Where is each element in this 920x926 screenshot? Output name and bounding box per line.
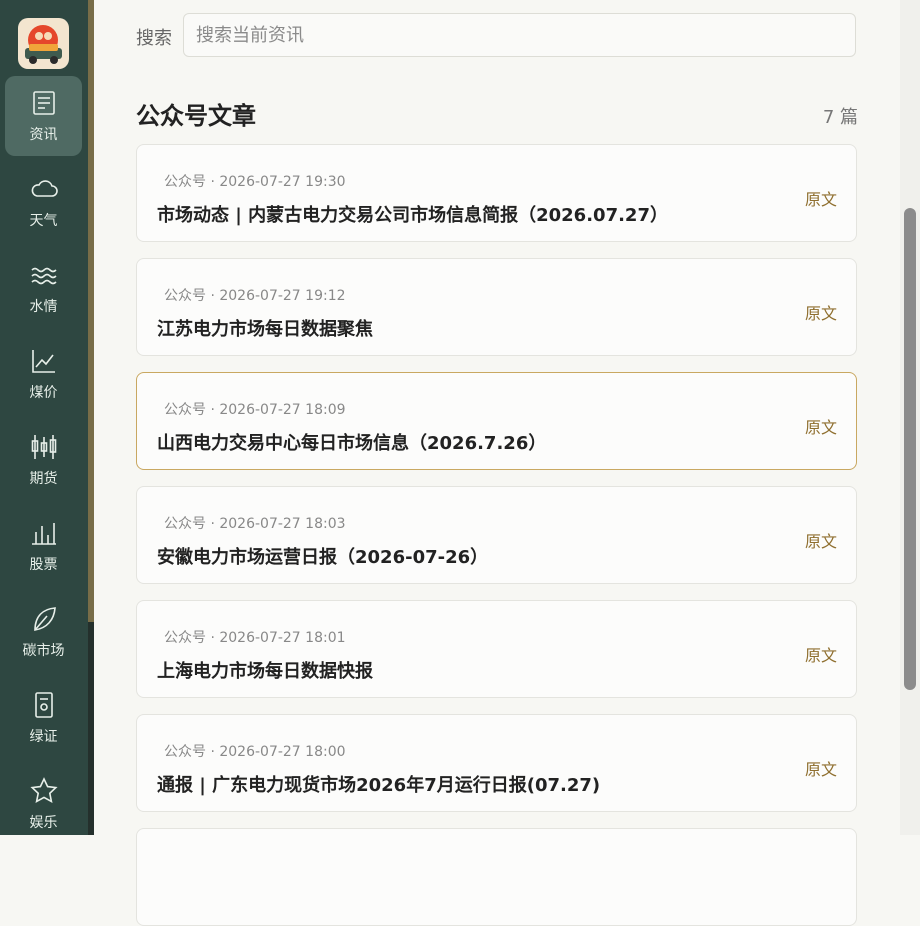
- article-card[interactable]: 公众号 · 2026-07-27 19:12 江苏电力市场每日数据聚焦 原文: [136, 258, 857, 356]
- sidebar-item-green-cert[interactable]: 绿证: [5, 678, 82, 758]
- original-link[interactable]: 原文: [805, 414, 837, 438]
- sidebar-item-label: 水情: [29, 299, 58, 315]
- main-scrollbar-thumb[interactable]: [904, 208, 916, 690]
- sidebar-item-label: 碳市场: [22, 643, 65, 659]
- section-title: 公众号文章: [136, 102, 256, 130]
- article-count: 7 篇: [822, 107, 858, 128]
- article-card-selected[interactable]: 公众号 · 2026-07-27 18:09 山西电力交易中心每日市场信息（20…: [136, 372, 857, 470]
- article-meta: 公众号 · 2026-07-27 18:01: [164, 630, 346, 646]
- original-link[interactable]: 原文: [805, 642, 837, 666]
- sidebar-item-label: 天气: [29, 213, 58, 229]
- sidebar-item-carbon-market[interactable]: 碳市场: [5, 592, 82, 672]
- original-link[interactable]: 原文: [805, 756, 837, 780]
- sidebar-item-weather[interactable]: 天气: [5, 162, 82, 242]
- sidebar-item-label: 期货: [29, 471, 58, 487]
- sidebar-item-entertainment[interactable]: 娱乐: [5, 764, 82, 844]
- search-input[interactable]: [183, 13, 856, 57]
- main-content: 搜索 公众号文章 7 篇 公众号 · 2026-07-27 19:30 市场动态…: [94, 0, 900, 926]
- news-icon: [32, 91, 55, 115]
- article-card[interactable]: 公众号 · 2026-07-27 19:30 市场动态 | 内蒙古电力交易公司市…: [136, 144, 857, 242]
- article-title[interactable]: 山西电力交易中心每日市场信息（2026.7.26）: [157, 429, 546, 455]
- search-label: 搜索: [136, 28, 172, 49]
- leaf-icon: [33, 607, 56, 631]
- article-meta: 公众号 · 2026-07-27 18:03: [164, 516, 346, 532]
- article-title[interactable]: 通报 | 广东电力现货市场2026年7月运行日报(07.27): [157, 771, 600, 797]
- certificate-icon: [34, 692, 53, 718]
- sidebar-item-news[interactable]: 资讯: [5, 76, 82, 156]
- sidebar-item-water[interactable]: 水情: [5, 248, 82, 328]
- article-meta: 公众号 · 2026-07-27 19:12: [164, 288, 346, 304]
- article-meta: 公众号 · 2026-07-27 19:30: [164, 174, 346, 190]
- sidebar-item-label: 资讯: [29, 127, 58, 143]
- article-title[interactable]: 安徽电力市场运营日报（2026-07-26）: [157, 543, 488, 569]
- app-logo[interactable]: [18, 18, 69, 69]
- original-link[interactable]: 原文: [805, 186, 837, 210]
- line-chart-icon: [31, 350, 55, 373]
- sidebar-item-label: 绿证: [29, 729, 58, 745]
- article-title[interactable]: 上海电力市场每日数据快报: [157, 657, 373, 683]
- cloud-icon: [31, 180, 58, 197]
- main-scrollbar[interactable]: [900, 0, 920, 835]
- article-meta: 公众号 · 2026-07-27 18:09: [164, 402, 346, 418]
- article-card[interactable]: [136, 828, 857, 926]
- article-meta: 公众号 · 2026-07-27 18:00: [164, 744, 346, 760]
- star-icon: [29, 777, 58, 804]
- sidebar-item-coal-price[interactable]: 煤价: [5, 334, 82, 414]
- article-card[interactable]: 公众号 · 2026-07-27 18:01 上海电力市场每日数据快报 原文: [136, 600, 857, 698]
- original-link[interactable]: 原文: [805, 300, 837, 324]
- bar-chart-icon: [31, 523, 56, 545]
- sidebar-item-label: 煤价: [29, 385, 58, 401]
- article-card[interactable]: 公众号 · 2026-07-27 18:03 安徽电力市场运营日报（2026-0…: [136, 486, 857, 584]
- candlestick-icon: [31, 435, 56, 459]
- article-title[interactable]: 市场动态 | 内蒙古电力交易公司市场信息简报（2026.07.27）: [157, 201, 668, 227]
- sidebar-item-label: 股票: [29, 557, 58, 573]
- sidebar-item-futures[interactable]: 期货: [5, 420, 82, 500]
- sidebar: 资讯 天气 水情 煤价 期货 股票 碳市场 绿证 娱乐: [0, 0, 88, 835]
- sidebar-item-stocks[interactable]: 股票: [5, 506, 82, 586]
- sidebar-item-label: 娱乐: [29, 815, 58, 831]
- article-card[interactable]: 公众号 · 2026-07-27 18:00 通报 | 广东电力现货市场2026…: [136, 714, 857, 812]
- article-title[interactable]: 江苏电力市场每日数据聚焦: [157, 315, 373, 341]
- water-icon: [30, 267, 57, 285]
- original-link[interactable]: 原文: [805, 528, 837, 552]
